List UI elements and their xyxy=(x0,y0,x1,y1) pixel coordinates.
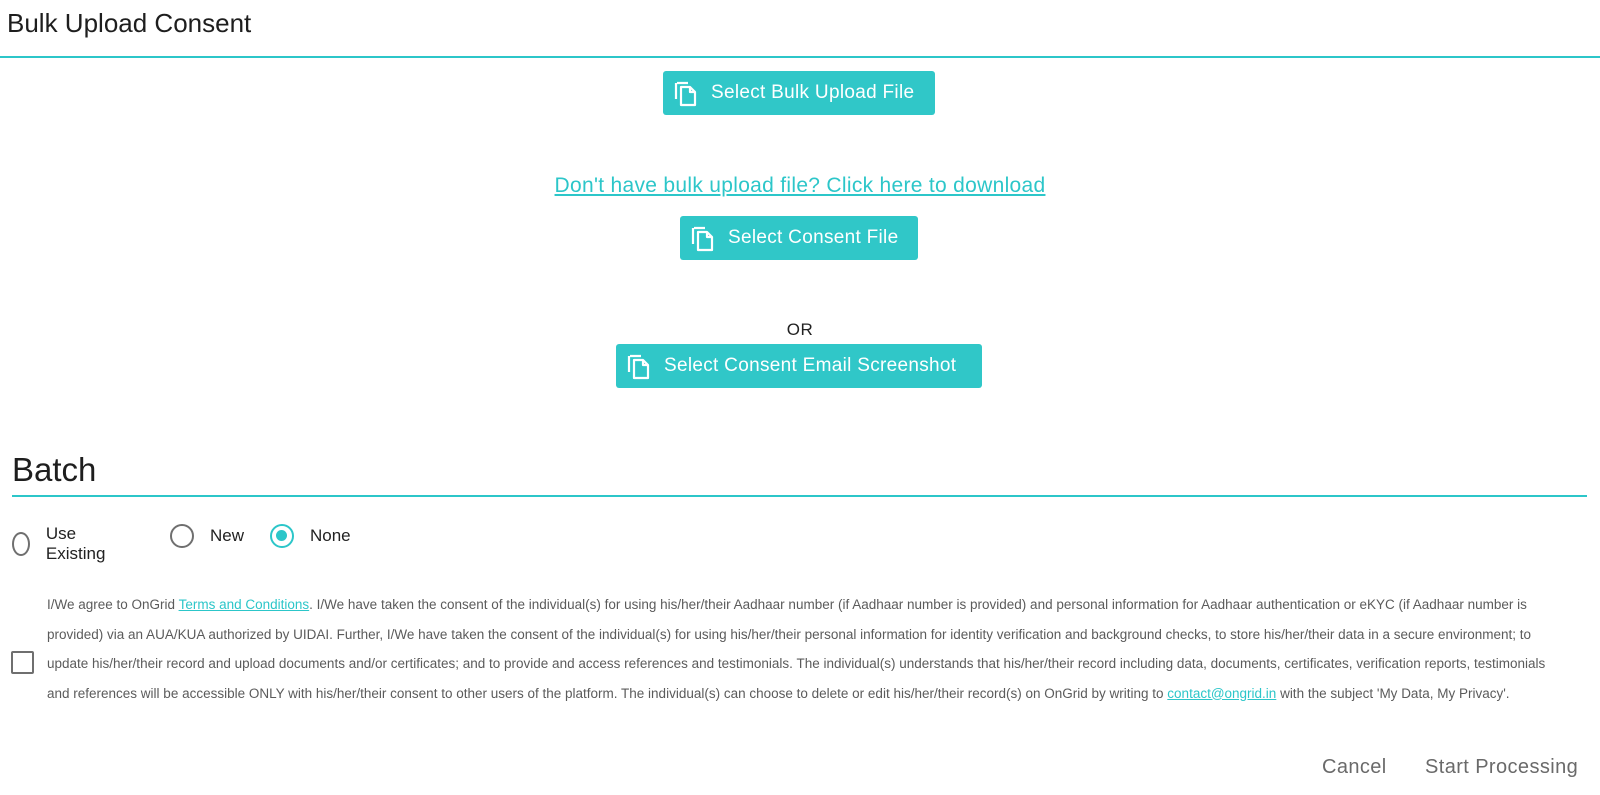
or-separator: OR xyxy=(786,320,814,339)
start-processing-button[interactable]: Start Processing xyxy=(1425,756,1578,779)
cancel-button[interactable]: Cancel xyxy=(1322,756,1387,779)
select-bulk-upload-file-button[interactable]: Select Bulk Upload File xyxy=(663,71,935,115)
batch-divider xyxy=(12,495,1587,497)
radio-circle-use-existing[interactable] xyxy=(12,532,30,556)
radio-circle-none[interactable] xyxy=(270,524,294,548)
copy-file-icon xyxy=(673,79,699,107)
radio-none[interactable]: None xyxy=(270,524,351,548)
radio-label-none: None xyxy=(310,526,351,545)
select-consent-file-button[interactable]: Select Consent File xyxy=(680,216,918,260)
header-divider xyxy=(0,56,1600,58)
consent-text-suffix: with the subject 'My Data, My Privacy'. xyxy=(1276,685,1510,701)
radio-label-use-existing: Use Existing xyxy=(45,524,106,563)
radio-circle-new[interactable] xyxy=(170,524,194,548)
batch-section-title: Batch xyxy=(12,451,97,488)
radio-use-existing[interactable]: Use Existing xyxy=(12,524,112,564)
contact-email-link[interactable]: contact@ongrid.in xyxy=(1167,686,1276,701)
download-template-link-row: Don't have bulk upload file? Click here … xyxy=(0,174,1600,198)
consent-text: I/We agree to OnGrid Terms and Condition… xyxy=(47,590,1567,708)
select-bulk-upload-file-label: Select Bulk Upload File xyxy=(711,82,915,103)
radio-label-new: New xyxy=(210,526,245,545)
select-consent-email-screenshot-label: Select Consent Email Screenshot xyxy=(664,355,957,376)
copy-file-icon xyxy=(626,352,652,380)
radio-new[interactable]: New xyxy=(170,524,244,548)
consent-text-prefix: I/We agree to OnGrid xyxy=(47,597,179,612)
copy-file-icon xyxy=(690,224,716,252)
select-consent-email-screenshot-button[interactable]: Select Consent Email Screenshot xyxy=(616,344,982,388)
select-consent-file-label: Select Consent File xyxy=(728,227,899,248)
terms-and-conditions-link[interactable]: Terms and Conditions xyxy=(179,597,310,612)
page-title: Bulk Upload Consent xyxy=(7,8,252,38)
consent-checkbox[interactable] xyxy=(11,651,34,674)
download-template-link[interactable]: Don't have bulk upload file? Click here … xyxy=(555,174,1046,197)
